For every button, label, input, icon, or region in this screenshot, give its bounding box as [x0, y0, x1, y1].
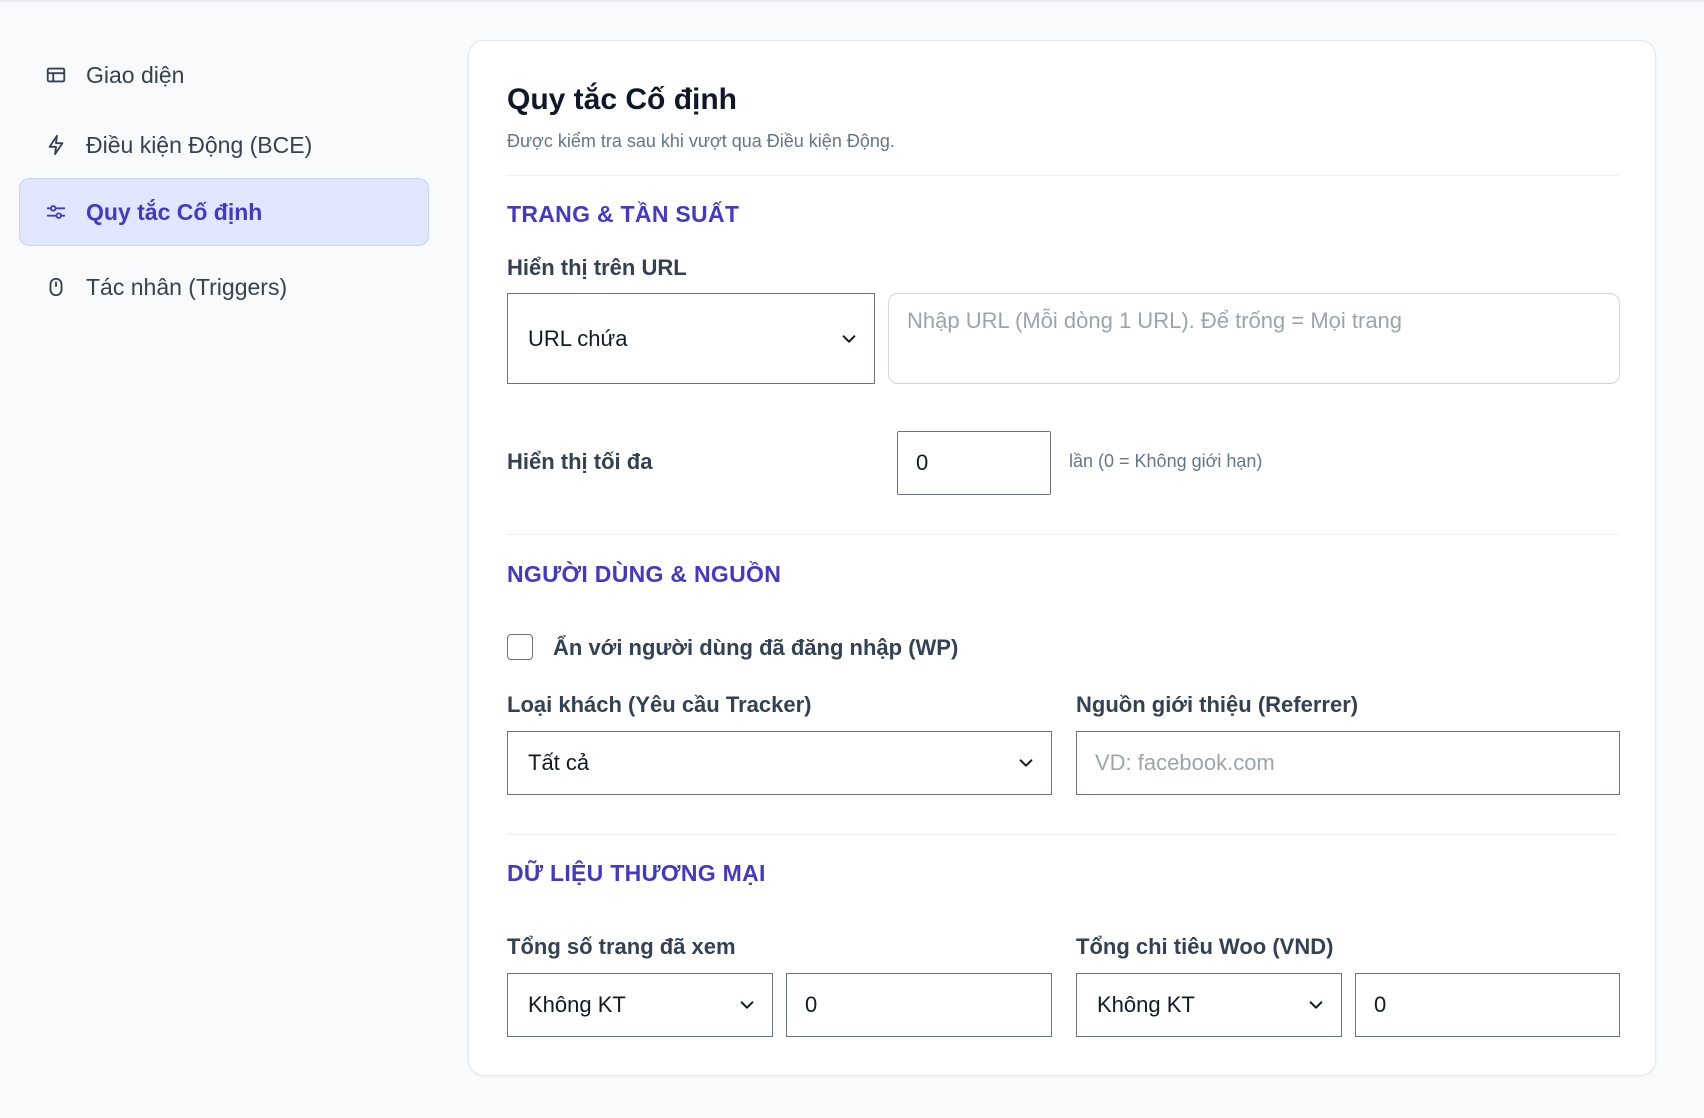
sliders-icon [44, 200, 68, 224]
chevron-down-icon [1019, 759, 1033, 767]
visitor-type-select[interactable]: Tất cả [507, 731, 1052, 795]
page-subtitle: Được kiểm tra sau khi vượt qua Điều kiện… [507, 131, 895, 151]
sidebar-item-label: Tác nhân (Triggers) [86, 273, 288, 300]
top-border [0, 0, 1704, 2]
woo-spend-input[interactable] [1355, 973, 1620, 1037]
pages-viewed-operator-value: Không KT [528, 992, 626, 1017]
layout-icon [44, 63, 68, 87]
visitor-type-value: Tất cả [528, 750, 590, 775]
section-heading-commerce: DỮ LIỆU THƯƠNG MẠI [507, 860, 766, 886]
hide-logged-in-label: Ẩn với người dùng đã đăng nhập (WP) [553, 635, 959, 660]
url-list-input[interactable] [888, 293, 1620, 384]
section-heading-user-source: NGƯỜI DÙNG & NGUỒN [507, 561, 782, 587]
pages-viewed-input[interactable] [786, 973, 1052, 1037]
divider [507, 534, 1619, 535]
lightning-icon [44, 133, 68, 157]
url-match-select[interactable]: URL chứa [507, 293, 875, 384]
chevron-down-icon [740, 1001, 754, 1009]
max-display-label: Hiển thị tối đa [507, 449, 653, 474]
sidebar-item-triggers[interactable]: Tác nhân (Triggers) [20, 252, 428, 322]
visitor-type-label: Loại khách (Yêu cầu Tracker) [507, 692, 812, 717]
url-match-value: URL chứa [528, 325, 628, 351]
woo-spend-label: Tổng chi tiêu Woo (VND) [1076, 934, 1334, 959]
max-display-input[interactable] [897, 431, 1051, 495]
url-label: Hiển thị trên URL [507, 255, 687, 280]
sidebar-item-appearance[interactable]: Giao diện [20, 40, 428, 110]
referrer-label: Nguồn giới thiệu (Referrer) [1076, 692, 1359, 717]
mouse-icon [44, 275, 68, 299]
max-display-hint: lần (0 = Không giới hạn) [1069, 451, 1263, 471]
page-title: Quy tắc Cố định [507, 83, 738, 116]
fixed-rules-panel: Quy tắc Cố định Được kiểm tra sau khi vư… [468, 40, 1656, 1076]
pages-viewed-label: Tổng số trang đã xem [507, 934, 736, 959]
hide-logged-in-checkbox[interactable] [507, 634, 533, 660]
pages-viewed-operator-select[interactable]: Không KT [507, 973, 773, 1037]
chevron-down-icon [1309, 1001, 1323, 1009]
woo-spend-operator-select[interactable]: Không KT [1076, 973, 1342, 1037]
woo-spend-operator-value: Không KT [1097, 992, 1195, 1017]
referrer-input[interactable] [1076, 731, 1620, 795]
section-heading-page-frequency: TRANG & TẦN SUẤT [507, 201, 740, 227]
chevron-down-icon [842, 334, 856, 343]
sidebar-item-fixed-rules[interactable]: Quy tắc Cố định [19, 178, 429, 246]
sidebar-item-label: Giao diện [86, 61, 185, 88]
divider [507, 175, 1619, 176]
divider [507, 834, 1619, 835]
sidebar-item-label: Quy tắc Cố định [86, 198, 263, 225]
sidebar-item-dynamic-conditions[interactable]: Điều kiện Động (BCE) [20, 110, 428, 180]
sidebar-item-label: Điều kiện Động (BCE) [86, 131, 313, 158]
